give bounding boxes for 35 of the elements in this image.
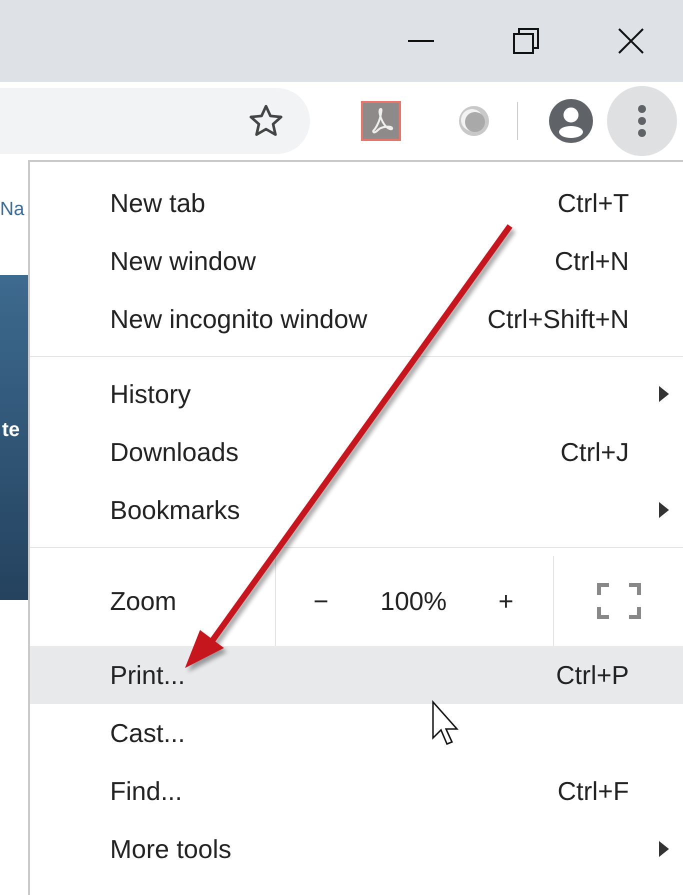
zoom-out-button[interactable]: − xyxy=(276,582,366,620)
minimize-icon xyxy=(408,40,434,42)
shortcut-text: Ctrl+F xyxy=(558,774,629,808)
star-icon[interactable] xyxy=(248,104,284,138)
menu-icon xyxy=(637,104,647,138)
menu-item[interactable]: New tab Ctrl+T xyxy=(30,174,683,232)
menu-item[interactable]: Cast... xyxy=(30,704,683,762)
extension-icon[interactable] xyxy=(457,104,491,138)
close-icon xyxy=(618,28,644,54)
shortcut-text: Ctrl+Shift+N xyxy=(487,302,629,336)
menu-item[interactable]: New window Ctrl+N xyxy=(30,232,683,290)
menu-item[interactable]: More tools xyxy=(30,820,683,878)
menu-item[interactable]: New incognito window Ctrl+Shift+N xyxy=(30,290,683,348)
submenu-arrow-icon xyxy=(659,386,669,402)
fullscreen-icon xyxy=(596,583,640,619)
menu-item[interactable]: Downloads Ctrl+J xyxy=(30,423,683,481)
zoom-value: 100% xyxy=(379,584,448,618)
profile-icon[interactable] xyxy=(549,99,593,143)
menu-item[interactable]: History xyxy=(30,365,683,423)
submenu-arrow-icon xyxy=(659,841,669,857)
menu-item[interactable]: Find... Ctrl+F xyxy=(30,762,683,820)
menu-item[interactable]: Bookmarks xyxy=(30,481,683,539)
page-text: Na xyxy=(0,198,24,222)
zoom-label: Zoom xyxy=(109,584,178,618)
pdf-extension-icon[interactable] xyxy=(361,101,401,141)
page-text: te xyxy=(2,418,20,442)
shortcut-text: Ctrl+T xyxy=(558,186,629,220)
menu-item[interactable]: Print... Ctrl+P xyxy=(30,646,683,704)
cursor-icon xyxy=(432,700,459,745)
shortcut-text: Ctrl+P xyxy=(556,658,629,692)
zoom-in-button[interactable]: + xyxy=(461,582,551,620)
shortcut-text: Ctrl+N xyxy=(554,244,629,278)
restore-icon xyxy=(512,28,538,54)
shortcut-text: Ctrl+J xyxy=(560,436,629,468)
submenu-arrow-icon xyxy=(659,502,669,518)
